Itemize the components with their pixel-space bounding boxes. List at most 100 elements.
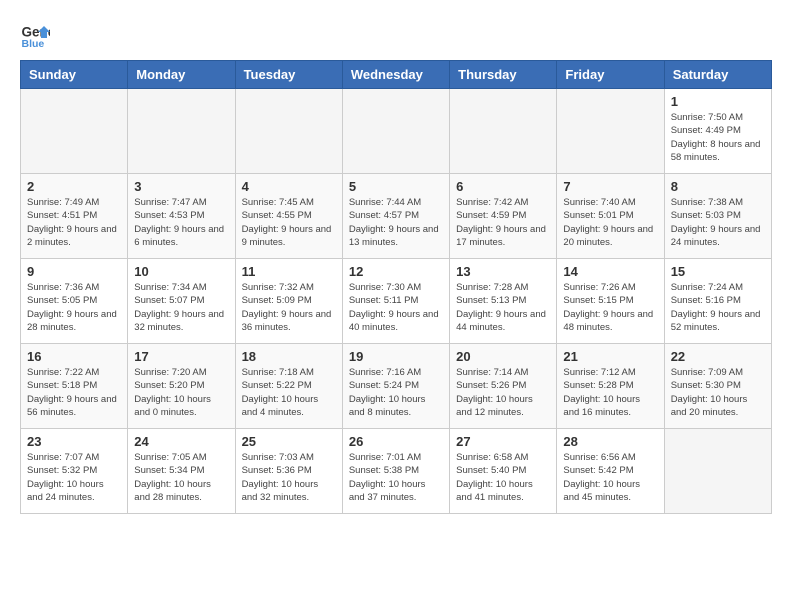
day-info: Sunrise: 7:28 AM Sunset: 5:13 PM Dayligh… [456,281,550,334]
day-number: 22 [671,349,765,364]
day-number: 19 [349,349,443,364]
day-number: 14 [563,264,657,279]
day-info: Sunrise: 7:09 AM Sunset: 5:30 PM Dayligh… [671,366,765,419]
calendar-cell: 9 Sunrise: 7:36 AM Sunset: 5:05 PM Daylig… [21,259,128,344]
weekday-header: Monday [128,61,235,89]
calendar-cell [664,429,771,514]
day-info: Sunrise: 7:12 AM Sunset: 5:28 PM Dayligh… [563,366,657,419]
calendar-table: SundayMondayTuesdayWednesdayThursdayFrid… [20,60,772,514]
calendar-cell: 7 Sunrise: 7:40 AM Sunset: 5:01 PM Daylig… [557,174,664,259]
day-number: 6 [456,179,550,194]
day-info: Sunrise: 7:07 AM Sunset: 5:32 PM Dayligh… [27,451,121,504]
svg-text:Blue: Blue [22,38,45,50]
calendar-cell: 19 Sunrise: 7:16 AM Sunset: 5:24 PM Dayli… [342,344,449,429]
calendar-cell: 3 Sunrise: 7:47 AM Sunset: 4:53 PM Daylig… [128,174,235,259]
day-number: 25 [242,434,336,449]
calendar-cell: 20 Sunrise: 7:14 AM Sunset: 5:26 PM Dayli… [450,344,557,429]
day-info: Sunrise: 7:49 AM Sunset: 4:51 PM Dayligh… [27,196,121,249]
day-number: 20 [456,349,550,364]
calendar-cell: 27 Sunrise: 6:58 AM Sunset: 5:40 PM Dayli… [450,429,557,514]
day-number: 28 [563,434,657,449]
day-number: 1 [671,94,765,109]
day-info: Sunrise: 7:36 AM Sunset: 5:05 PM Dayligh… [27,281,121,334]
day-info: Sunrise: 7:14 AM Sunset: 5:26 PM Dayligh… [456,366,550,419]
day-info: Sunrise: 7:18 AM Sunset: 5:22 PM Dayligh… [242,366,336,419]
day-number: 13 [456,264,550,279]
day-info: Sunrise: 7:01 AM Sunset: 5:38 PM Dayligh… [349,451,443,504]
calendar-cell: 5 Sunrise: 7:44 AM Sunset: 4:57 PM Daylig… [342,174,449,259]
calendar-cell: 26 Sunrise: 7:01 AM Sunset: 5:38 PM Dayli… [342,429,449,514]
calendar-cell: 16 Sunrise: 7:22 AM Sunset: 5:18 PM Dayli… [21,344,128,429]
day-number: 12 [349,264,443,279]
day-info: Sunrise: 7:50 AM Sunset: 4:49 PM Dayligh… [671,111,765,164]
day-number: 4 [242,179,336,194]
calendar-cell [128,89,235,174]
calendar-cell: 12Sunrise: 7:30 AM Sunset: 5:11 PM Dayli… [342,259,449,344]
day-info: Sunrise: 7:45 AM Sunset: 4:55 PM Dayligh… [242,196,336,249]
day-number: 16 [27,349,121,364]
day-info: Sunrise: 7:40 AM Sunset: 5:01 PM Dayligh… [563,196,657,249]
calendar-cell: 21 Sunrise: 7:12 AM Sunset: 5:28 PM Dayli… [557,344,664,429]
calendar-cell [450,89,557,174]
calendar-cell: 22 Sunrise: 7:09 AM Sunset: 5:30 PM Dayli… [664,344,771,429]
day-number: 27 [456,434,550,449]
day-info: Sunrise: 7:22 AM Sunset: 5:18 PM Dayligh… [27,366,121,419]
weekday-header: Wednesday [342,61,449,89]
calendar-cell: 25 Sunrise: 7:03 AM Sunset: 5:36 PM Dayli… [235,429,342,514]
day-number: 5 [349,179,443,194]
calendar-cell: 23 Sunrise: 7:07 AM Sunset: 5:32 PM Dayli… [21,429,128,514]
day-info: Sunrise: 7:05 AM Sunset: 5:34 PM Dayligh… [134,451,228,504]
day-info: Sunrise: 7:16 AM Sunset: 5:24 PM Dayligh… [349,366,443,419]
calendar-cell: 1 Sunrise: 7:50 AM Sunset: 4:49 PM Daylig… [664,89,771,174]
calendar-cell: 14 Sunrise: 7:26 AM Sunset: 5:15 PM Dayli… [557,259,664,344]
calendar-cell [235,89,342,174]
day-number: 9 [27,264,121,279]
day-number: 26 [349,434,443,449]
day-info: Sunrise: 6:56 AM Sunset: 5:42 PM Dayligh… [563,451,657,504]
calendar-cell: 6 Sunrise: 7:42 AM Sunset: 4:59 PM Daylig… [450,174,557,259]
day-info: Sunrise: 7:34 AM Sunset: 5:07 PM Dayligh… [134,281,228,334]
calendar-cell: 2 Sunrise: 7:49 AM Sunset: 4:51 PM Daylig… [21,174,128,259]
day-number: 15 [671,264,765,279]
logo: General Blue [20,20,58,50]
day-info: Sunrise: 7:47 AM Sunset: 4:53 PM Dayligh… [134,196,228,249]
day-number: 8 [671,179,765,194]
day-number: 3 [134,179,228,194]
calendar-cell [557,89,664,174]
calendar-cell: 15 Sunrise: 7:24 AM Sunset: 5:16 PM Dayli… [664,259,771,344]
calendar-cell: 28 Sunrise: 6:56 AM Sunset: 5:42 PM Dayli… [557,429,664,514]
day-number: 24 [134,434,228,449]
day-number: 7 [563,179,657,194]
day-number: 2 [27,179,121,194]
day-info: Sunrise: 7:44 AM Sunset: 4:57 PM Dayligh… [349,196,443,249]
day-number: 10 [134,264,228,279]
day-number: 21 [563,349,657,364]
weekday-header: Sunday [21,61,128,89]
day-info: Sunrise: 7:03 AM Sunset: 5:36 PM Dayligh… [242,451,336,504]
day-info: Sunrise: 7:24 AM Sunset: 5:16 PM Dayligh… [671,281,765,334]
calendar-cell: 18 Sunrise: 7:18 AM Sunset: 5:22 PM Dayli… [235,344,342,429]
calendar-cell [342,89,449,174]
weekday-header: Saturday [664,61,771,89]
weekday-header: Thursday [450,61,557,89]
day-number: 23 [27,434,121,449]
day-number: 18 [242,349,336,364]
calendar-cell: 13 Sunrise: 7:28 AM Sunset: 5:13 PM Dayli… [450,259,557,344]
calendar-cell: 4 Sunrise: 7:45 AM Sunset: 4:55 PM Daylig… [235,174,342,259]
page-header: General Blue [20,20,772,50]
weekday-header: Friday [557,61,664,89]
day-info: Sunrise: 7:42 AM Sunset: 4:59 PM Dayligh… [456,196,550,249]
day-info: Sunrise: 6:58 AM Sunset: 5:40 PM Dayligh… [456,451,550,504]
day-info: Sunrise: 7:38 AM Sunset: 5:03 PM Dayligh… [671,196,765,249]
calendar-cell: 10 Sunrise: 7:34 AM Sunset: 5:07 PM Dayli… [128,259,235,344]
logo-icon: General Blue [20,20,50,50]
day-info: Sunrise: 7:26 AM Sunset: 5:15 PM Dayligh… [563,281,657,334]
calendar-cell: 8 Sunrise: 7:38 AM Sunset: 5:03 PM Daylig… [664,174,771,259]
calendar-cell: 17 Sunrise: 7:20 AM Sunset: 5:20 PM Dayli… [128,344,235,429]
day-number: 17 [134,349,228,364]
weekday-header: Tuesday [235,61,342,89]
calendar-cell: 24 Sunrise: 7:05 AM Sunset: 5:34 PM Dayli… [128,429,235,514]
calendar-cell [21,89,128,174]
day-info: Sunrise: 7:20 AM Sunset: 5:20 PM Dayligh… [134,366,228,419]
day-number: 11 [242,264,336,279]
